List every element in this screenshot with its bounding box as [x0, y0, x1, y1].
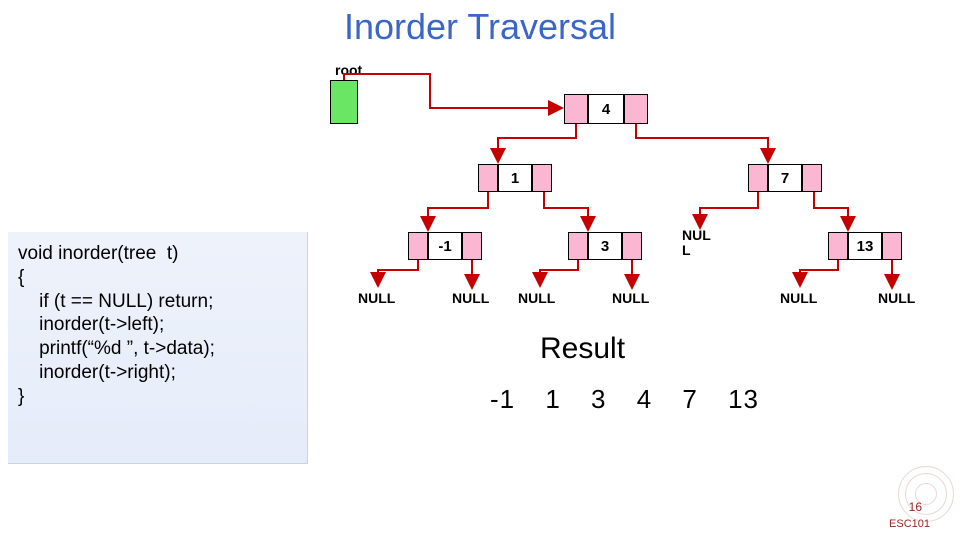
node-value: 7 [768, 164, 802, 192]
node-value: 4 [588, 94, 624, 124]
code-line: inorder(t->right); [18, 362, 176, 383]
code-line: printf(“%d ”, t->data); [18, 338, 215, 359]
node-left-ptr [478, 164, 498, 192]
node-right-ptr [802, 164, 822, 192]
node-right-ptr [532, 164, 552, 192]
tree-node-minus-1: -1 [408, 232, 482, 260]
code-line: void inorder(tree t) [18, 243, 179, 264]
node-value: -1 [428, 232, 462, 260]
node-right-ptr [462, 232, 482, 260]
null-label-broken: NUL L [682, 228, 711, 258]
null-label: NULL [358, 290, 395, 306]
null-label: NULL [878, 290, 915, 306]
course-code: ESC101 [889, 518, 930, 530]
node-left-ptr [748, 164, 768, 192]
code-line: { [18, 267, 24, 288]
result-heading: Result [540, 332, 625, 366]
node-right-ptr [882, 232, 902, 260]
null-label: NULL [452, 290, 489, 306]
node-value: 13 [848, 232, 882, 260]
node-right-ptr [622, 232, 642, 260]
root-pointer-label: root [335, 62, 362, 78]
node-left-ptr [408, 232, 428, 260]
code-line: inorder(t->left); [18, 314, 164, 335]
code-line: if (t == NULL) return; [18, 291, 213, 312]
institution-seal-icon [898, 466, 954, 522]
nul-line1: NUL [682, 228, 711, 243]
result-sequence: -1 1 3 4 7 13 [490, 384, 759, 415]
null-label: NULL [780, 290, 817, 306]
node-left-ptr [828, 232, 848, 260]
node-value: 3 [588, 232, 622, 260]
null-label: NULL [612, 290, 649, 306]
nul-line2: L [682, 243, 711, 258]
code-line: } [18, 386, 24, 407]
page-number: 16 [909, 500, 922, 514]
null-label: NULL [518, 290, 555, 306]
node-left-ptr [568, 232, 588, 260]
tree-node-1: 1 [478, 164, 552, 192]
code-snippet: void inorder(tree t) { if (t == NULL) re… [8, 232, 308, 464]
tree-node-3: 3 [568, 232, 642, 260]
node-value: 1 [498, 164, 532, 192]
page-title: Inorder Traversal [0, 6, 960, 48]
tree-node-13: 13 [828, 232, 902, 260]
node-right-ptr [624, 94, 648, 124]
root-pointer-box [330, 80, 358, 124]
tree-node-4: 4 [564, 94, 648, 124]
node-left-ptr [564, 94, 588, 124]
tree-node-7: 7 [748, 164, 822, 192]
